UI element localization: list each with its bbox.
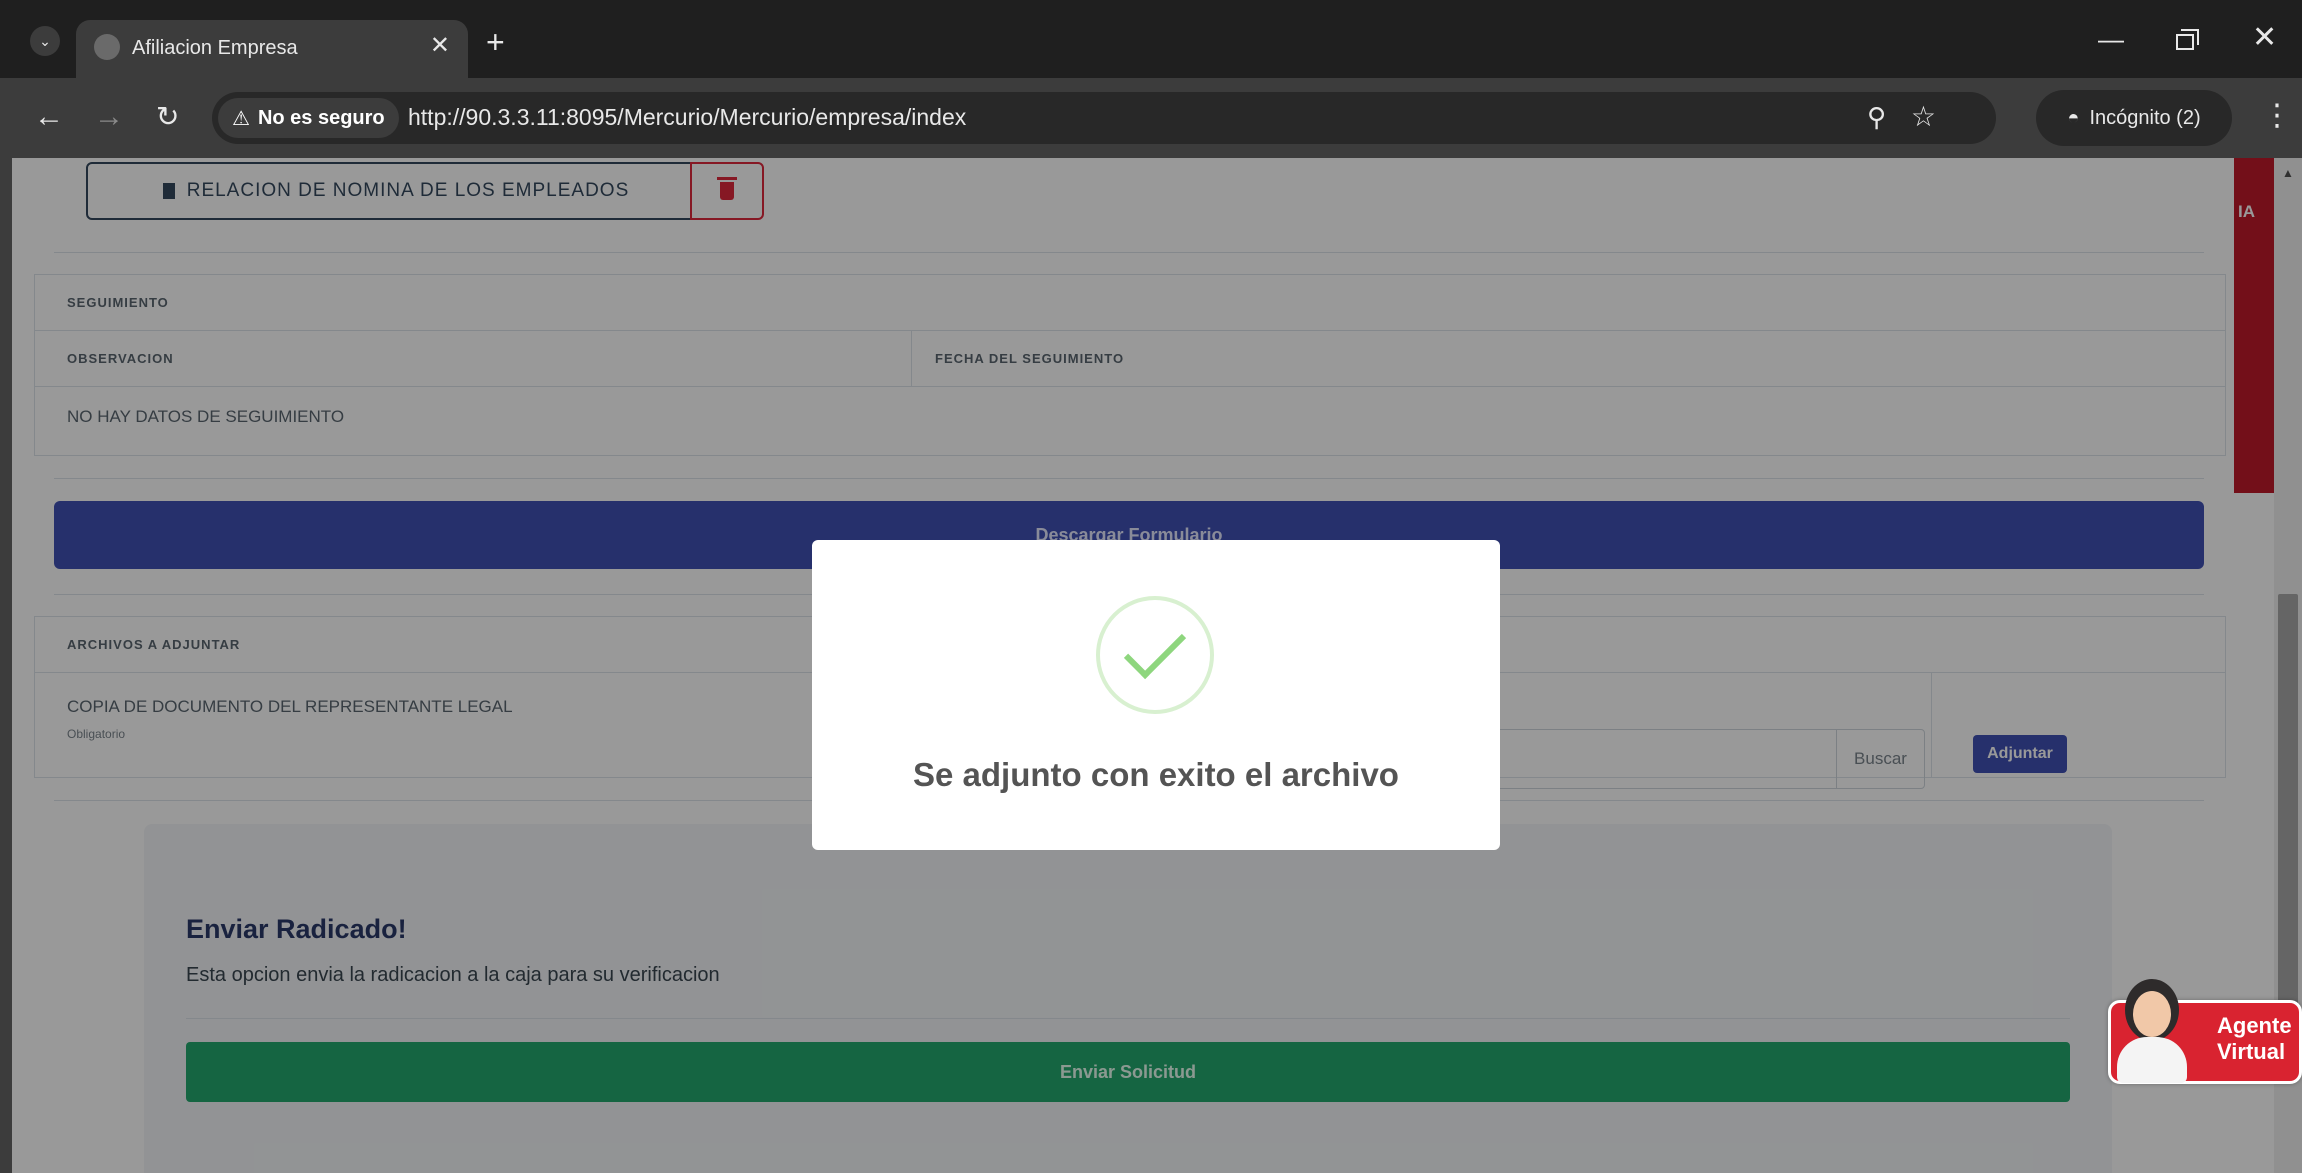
tab-title: Afiliacion Empresa bbox=[132, 37, 298, 59]
minimize-icon[interactable]: — bbox=[2098, 24, 2124, 55]
incognito-icon: ◓ bbox=[2067, 106, 2080, 129]
close-window-icon[interactable]: ✕ bbox=[2252, 20, 2277, 55]
window-frame-left bbox=[0, 158, 12, 1173]
browser-tab-bar: ⌄ Afiliacion Empresa ✕ + — ✕ bbox=[0, 0, 2302, 78]
back-arrow-icon[interactable]: ← bbox=[34, 100, 64, 134]
restore-window-icon[interactable] bbox=[2176, 29, 2199, 50]
bookmark-star-icon[interactable]: ☆ bbox=[1911, 100, 1936, 133]
close-tab-icon[interactable]: ✕ bbox=[430, 32, 450, 60]
address-toolbar: ← → ↻ ⚠ No es seguro http://90.3.3.11:80… bbox=[0, 78, 2302, 158]
reload-icon[interactable]: ↻ bbox=[156, 100, 179, 133]
agente-virtual-label: Agente Virtual bbox=[2217, 1013, 2292, 1064]
incognito-label: Incógnito (2) bbox=[2089, 106, 2201, 129]
security-chip[interactable]: ⚠ No es seguro bbox=[218, 98, 399, 138]
url-text[interactable]: http://90.3.3.11:8095/Mercurio/Mercurio/… bbox=[408, 104, 966, 131]
check-mark-icon bbox=[1123, 616, 1187, 680]
zoom-icon[interactable]: ⚲ bbox=[1867, 102, 1886, 133]
success-modal: Se adjunto con exito el archivo bbox=[812, 540, 1500, 850]
security-label: No es seguro bbox=[257, 106, 385, 129]
incognito-button[interactable]: ◓ Incógnito (2) bbox=[2036, 90, 2232, 146]
browser-menu-icon[interactable]: ⋮ bbox=[2262, 98, 2292, 133]
globe-icon bbox=[94, 34, 120, 60]
agent-avatar-icon bbox=[2109, 975, 2193, 1083]
warning-icon: ⚠ bbox=[232, 107, 250, 130]
modal-message: Se adjunto con exito el archivo bbox=[913, 756, 1399, 793]
new-tab-plus-icon[interactable]: + bbox=[486, 22, 505, 62]
forward-arrow-icon[interactable]: → bbox=[94, 100, 124, 134]
tab-search-chevron-icon[interactable]: ⌄ bbox=[30, 26, 60, 56]
browser-tab[interactable]: Afiliacion Empresa ✕ bbox=[76, 20, 468, 78]
success-check-icon bbox=[1096, 596, 1214, 714]
agente-virtual-button[interactable]: Agente Virtual bbox=[2108, 979, 2302, 1084]
omnibox[interactable]: ⚠ No es seguro http://90.3.3.11:8095/Mer… bbox=[212, 92, 1996, 144]
